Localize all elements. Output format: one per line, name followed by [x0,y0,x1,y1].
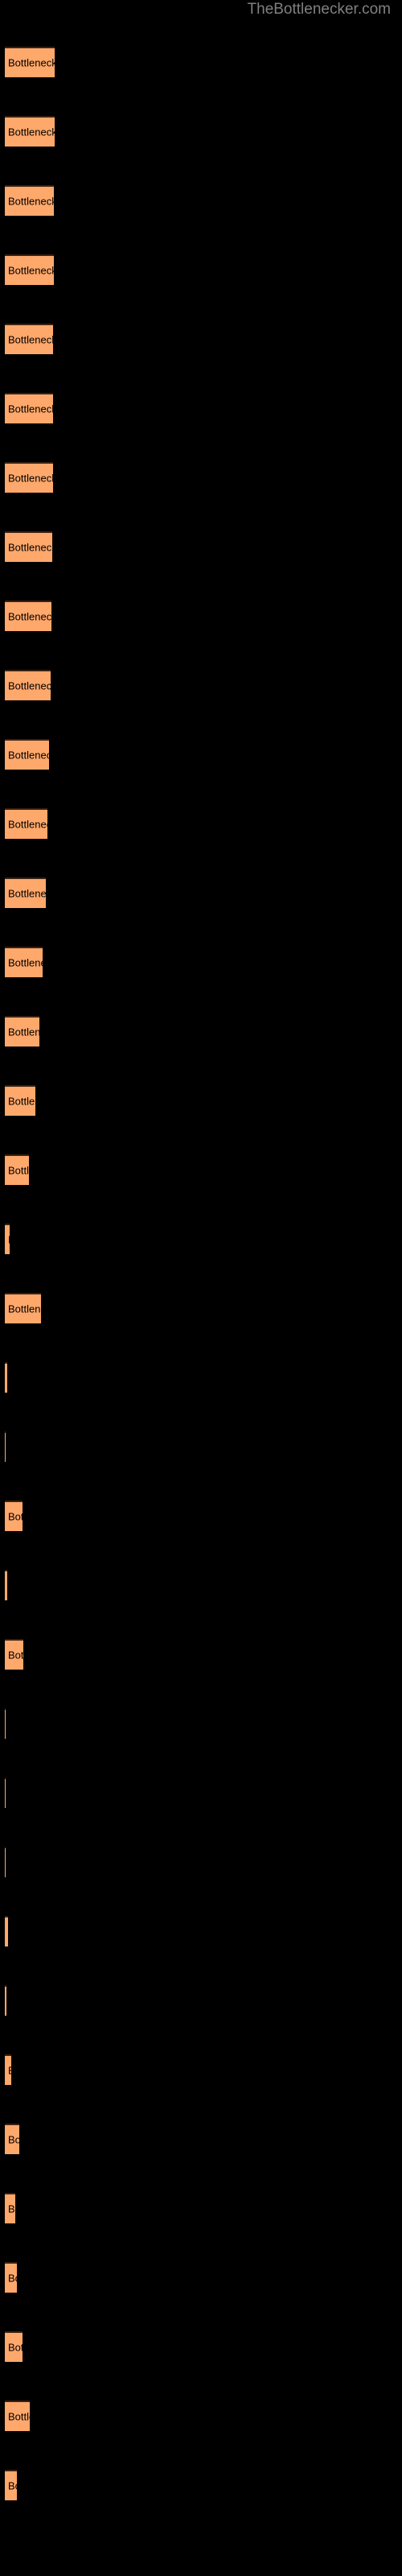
bar-label: Bottleneck result [8,2479,17,2492]
bar-segment[interactable]: Bottleneck result [5,2262,17,2293]
bar-label: Bottleneck result [8,2341,23,2354]
bar-segment[interactable]: Bottleneck result [5,1985,6,2016]
bar-segment[interactable]: Bottleneck result [5,1708,6,1739]
bar-label: Bottleneck result [8,1302,41,1315]
bar-label: Bottleneck result [8,749,49,762]
bar-label: Bottleneck result [8,541,52,554]
bar-label: Bottleneck result [8,56,55,69]
bar-label: Bottleneck result [8,402,53,415]
bar-label: Bottleneck result [8,956,43,969]
bar-segment[interactable]: Bottleneck result [5,670,51,700]
bar-label: Bottleneck result [8,2133,19,2146]
bar-segment[interactable]: Bottleneck result [5,531,52,562]
bar-label: Bottleneck result [8,1164,29,1177]
bar-segment[interactable]: Bottleneck result [5,1639,23,1670]
bar-segment[interactable]: Bottleneck result [5,2054,11,2085]
bar-segment[interactable]: Bottleneck result [5,1777,6,1808]
bar-segment[interactable]: Bottleneck result [5,1154,29,1185]
bar-label: Bottleneck result [8,679,51,692]
bar-segment[interactable]: Bottleneck result [5,393,53,423]
bar-segment[interactable]: Bottleneck result [5,2401,30,2431]
bar-segment[interactable]: Bottleneck result [5,47,55,77]
bar-label: Bottleneck result [8,126,55,138]
watermark-title: TheBottlenecker.com [247,1,391,18]
bar-label: Bottleneck result [8,1234,10,1246]
bar-segment[interactable]: Bottleneck result [5,1224,10,1254]
bar-label: Bottleneck result [8,264,54,277]
bar-segment[interactable]: Bottleneck result [5,877,46,908]
bar-segment[interactable]: Bottleneck result [5,1431,6,1462]
bar-label: Bottleneck result [8,2202,15,2215]
bar-segment[interactable]: Bottleneck result [5,1501,23,1531]
bar-segment[interactable]: Bottleneck result [5,808,47,839]
bar-segment[interactable]: Bottleneck result [5,185,54,216]
bar-segment[interactable]: Bottleneck result [5,601,51,631]
bar-segment[interactable]: Bottleneck result [5,2331,23,2362]
bar-segment[interactable]: Bottleneck result [5,2470,17,2500]
bar-segment[interactable]: Bottleneck result [5,1016,39,1046]
bar-segment[interactable]: Bottleneck result [5,1362,7,1393]
bar-label: Bottleneck result [8,2272,17,2285]
bar-label: Bottleneck result [8,818,47,831]
bar-segment[interactable]: Bottleneck result [5,462,53,493]
bar-segment[interactable]: Bottleneck result [5,324,53,354]
bar-label: Bottleneck result [8,1649,23,1662]
bar-segment[interactable]: Bottleneck result [5,1916,8,1946]
bar-segment[interactable]: Bottleneck result [5,2193,15,2223]
bar-label: Bottleneck result [8,610,51,623]
bar-segment[interactable]: Bottleneck result [5,254,54,285]
bar-label: Bottleneck result [8,1510,23,1523]
bar-label: Bottleneck result [8,887,46,900]
bar-chart-canvas: TheBottlenecker.com Bottleneck result Bot… [0,0,402,2576]
bar-segment[interactable]: Bottleneck result [5,116,55,147]
bar-segment[interactable]: Bottleneck result [5,1293,41,1323]
bar-segment[interactable]: Bottleneck result [5,1570,7,1600]
bar-label: Bottleneck result [8,195,54,208]
bar-label: Bottleneck result [8,1095,35,1108]
bar-label: Bottleneck result [8,472,53,485]
bar-segment[interactable]: Bottleneck result [5,739,49,770]
bar-segment[interactable]: Bottleneck result [5,2124,19,2154]
bar-segment[interactable]: Bottleneck result [5,1847,6,1877]
bar-segment[interactable]: Bottleneck result [5,947,43,977]
bar-segment[interactable]: Bottleneck result [5,1085,35,1116]
bar-label: Bottleneck result [8,2410,30,2423]
bar-label: Bottleneck result [8,333,53,346]
bar-label: Bottleneck result [8,1026,39,1038]
bar-label: Bottleneck result [8,2065,11,2077]
